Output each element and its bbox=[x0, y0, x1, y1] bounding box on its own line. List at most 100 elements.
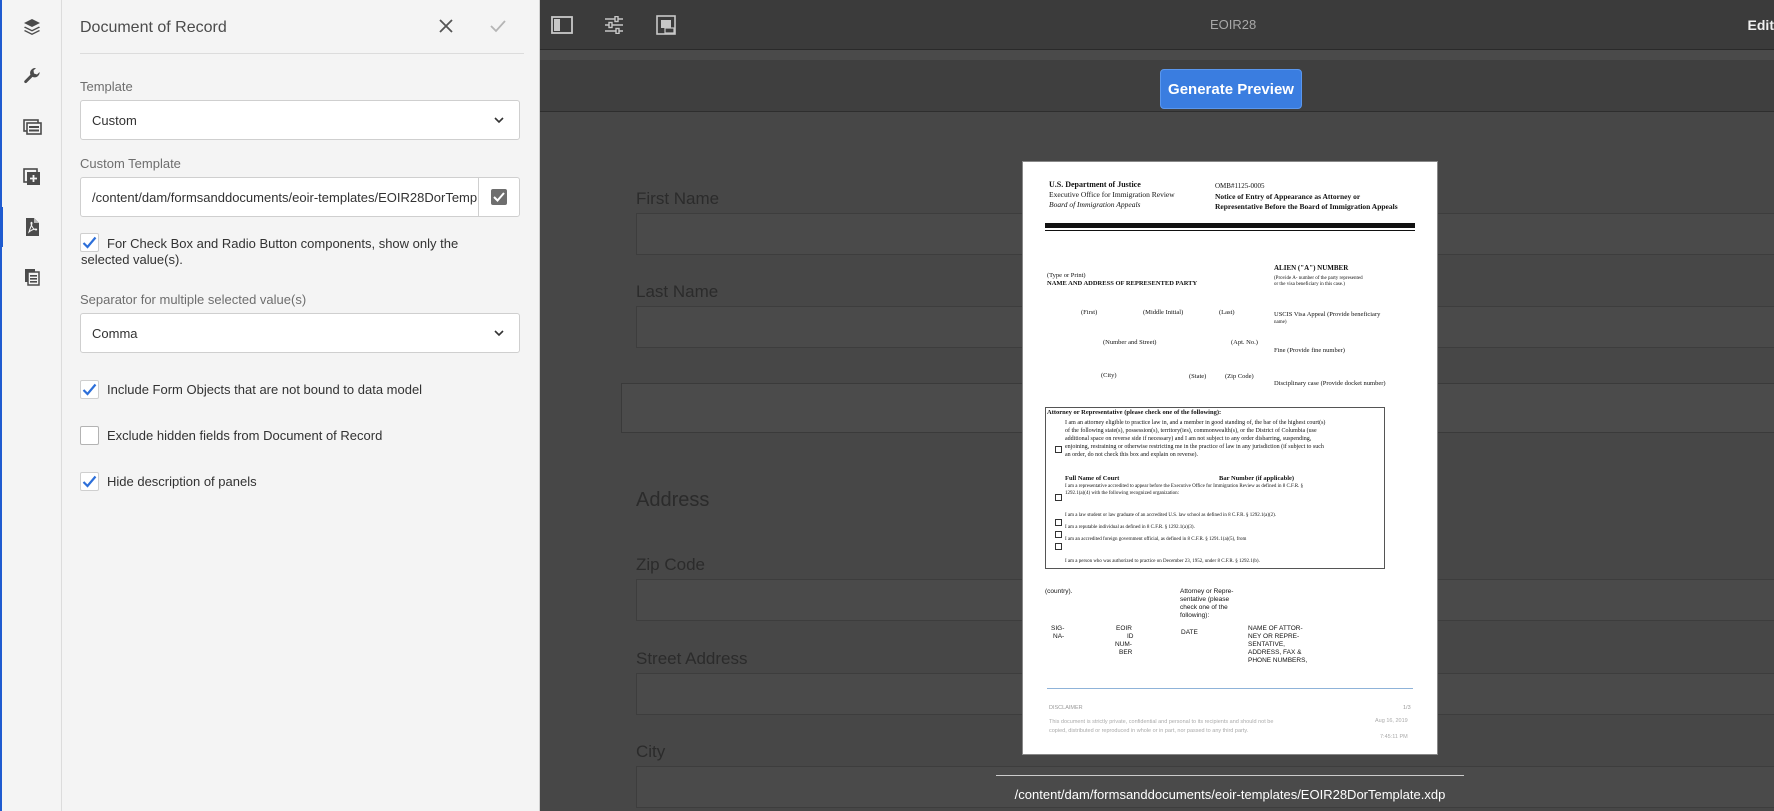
pdf-first: (First) bbox=[1081, 309, 1098, 316]
hide-panel-description-label: Hide description of panels bbox=[107, 474, 257, 489]
hide-panel-description-checkbox[interactable] bbox=[80, 472, 99, 491]
pdf-type-print: (Type or Print) bbox=[1047, 272, 1086, 279]
pdf-alien-number: ALIEN ("A") NUMBER bbox=[1274, 264, 1349, 272]
pdf-attorney-rep-4: following): bbox=[1180, 612, 1210, 619]
document-of-record-panel: Document of Record Template Custom Custo… bbox=[62, 0, 540, 811]
first-name-label: First Name bbox=[636, 189, 720, 208]
form-title: EOIR28 bbox=[1210, 17, 1257, 32]
sidebar-toggle-icon[interactable] bbox=[550, 13, 574, 37]
generate-preview-button[interactable]: Generate Preview bbox=[1160, 69, 1302, 109]
layers-icon[interactable] bbox=[2, 7, 62, 47]
pdf-alien-note-1: (Provide A- number of the party represen… bbox=[1274, 276, 1363, 281]
pdf-rule bbox=[1045, 223, 1415, 228]
pdf-attorney-header: Attorney or Representative (please check… bbox=[1047, 409, 1222, 416]
checkmark-icon bbox=[82, 475, 97, 488]
pdf-sig-2: NA- bbox=[1053, 633, 1065, 640]
pdf-time-stamp: 7:45:11 PM bbox=[1380, 734, 1408, 740]
pdf-eoir-4: BER bbox=[1119, 649, 1133, 656]
pdf-board: Board of Immigration Appeals bbox=[1049, 200, 1141, 209]
template-select[interactable]: Custom bbox=[80, 100, 520, 140]
pdf-rep-1: I am a representative accredited to appe… bbox=[1065, 484, 1304, 489]
separator-select[interactable]: Comma bbox=[80, 313, 520, 353]
pdf-eoir-2: ID bbox=[1127, 633, 1134, 640]
pdf-middle: (Middle Initial) bbox=[1143, 309, 1184, 316]
pdf-rep-2: 1292.1(a)(4) with the following recogniz… bbox=[1065, 491, 1180, 496]
add-fragment-icon[interactable] bbox=[2, 157, 62, 197]
include-unbound-checkbox[interactable] bbox=[80, 380, 99, 399]
pdf-checkbox-1 bbox=[1055, 440, 1062, 458]
pdf-attorney-text-1: I am an attorney eligible to practice la… bbox=[1065, 420, 1326, 426]
preview-bar: Generate Preview bbox=[540, 60, 1774, 112]
pdf-dept: U.S. Department of Justice bbox=[1049, 180, 1141, 189]
pdf-disclaimer: DISCLAIMER bbox=[1049, 705, 1083, 711]
close-icon[interactable] bbox=[434, 14, 458, 38]
properties-sliders-icon[interactable] bbox=[602, 13, 626, 37]
pdf-omb: OMB#1125-0005 bbox=[1215, 182, 1265, 190]
pdf-country: (country). bbox=[1045, 588, 1073, 595]
pdf-name-attor-2: NEY OR REPRE- bbox=[1248, 633, 1300, 640]
custom-template-input[interactable]: /content/dam/formsanddocuments/eoir-temp… bbox=[80, 177, 479, 217]
pdf-checkbox-2 bbox=[1055, 488, 1062, 506]
pdf-alien-note-2: or the visa beneficiary in this case.) bbox=[1274, 282, 1345, 287]
pdf-last: (Last) bbox=[1219, 309, 1235, 316]
pdf-state: (State) bbox=[1189, 373, 1207, 380]
separator-value: Comma bbox=[92, 325, 138, 341]
pdf-office: Executive Office for Immigration Review bbox=[1049, 190, 1175, 199]
pdf-disciplinary: Disciplinary case (Provide docket number… bbox=[1274, 380, 1386, 387]
chevron-down-icon bbox=[494, 330, 504, 337]
template-label: Template bbox=[80, 79, 133, 94]
exclude-hidden-label: Exclude hidden fields from Document of R… bbox=[107, 428, 383, 443]
pdf-sig-1: SIG- bbox=[1051, 625, 1065, 632]
pdf-attorney-rep-3: check one of the bbox=[1180, 604, 1228, 611]
custom-template-label: Custom Template bbox=[80, 156, 181, 171]
pdf-path: /content/dam/formsanddocuments/eoir-temp… bbox=[996, 775, 1464, 802]
pdf-uscis-2: name) bbox=[1274, 320, 1287, 325]
pdf-number-street: (Number and Street) bbox=[1103, 339, 1157, 346]
pdf-preview: U.S. Department of Justice Executive Off… bbox=[1022, 161, 1438, 755]
select-checkbox-icon bbox=[491, 189, 507, 205]
pdf-name-attor-3: SENTATIVE, bbox=[1248, 641, 1285, 648]
documents-icon[interactable] bbox=[2, 257, 62, 297]
checkmark-icon[interactable] bbox=[486, 14, 510, 38]
pdf-notice-2: Representative Before the Board of Immig… bbox=[1215, 202, 1398, 211]
pdf-zip: (Zip Code) bbox=[1225, 373, 1254, 380]
pdf-law-student: I am a law student or law graduate of an… bbox=[1065, 513, 1277, 518]
left-rail bbox=[0, 0, 62, 811]
edit-button[interactable]: Edit bbox=[1748, 17, 1774, 33]
street-address-label: Street Address bbox=[636, 649, 748, 668]
exclude-hidden-checkbox[interactable] bbox=[80, 426, 99, 445]
pdf-reputable: I am a reputable individual as defined i… bbox=[1065, 525, 1195, 530]
chevron-down-icon bbox=[494, 117, 504, 124]
pdf-footer-rule bbox=[1047, 688, 1413, 689]
preview-icon[interactable] bbox=[654, 13, 678, 37]
zip-code-label: Zip Code bbox=[636, 555, 705, 574]
pdf-date: DATE bbox=[1181, 629, 1198, 636]
pdf-document-icon[interactable] bbox=[0, 207, 62, 247]
pdf-fine: Fine (Provide fine number) bbox=[1274, 347, 1345, 354]
pdf-attorney-text-2: of the following state(s), possession(s)… bbox=[1065, 428, 1317, 434]
checkmark-icon bbox=[82, 383, 97, 396]
panel-divider bbox=[80, 53, 524, 54]
pdf-date-stamp: Aug 16, 2019 bbox=[1375, 718, 1408, 724]
editor-toolbar: EOIR28 Edit bbox=[540, 0, 1774, 50]
pdf-name-attor-5: PHONE NUMBERS, bbox=[1248, 657, 1308, 664]
separator-label: Separator for multiple selected value(s) bbox=[80, 292, 307, 307]
template-value: Custom bbox=[92, 112, 137, 128]
browse-template-button[interactable] bbox=[478, 177, 520, 217]
pdf-apt: (Apt. No.) bbox=[1231, 339, 1258, 346]
pdf-rule-thin bbox=[1045, 230, 1415, 231]
wrench-icon[interactable] bbox=[2, 56, 62, 96]
pdf-name-attor-1: NAME OF ATTOR- bbox=[1248, 625, 1303, 632]
pdf-disclaimer-text-1: This document is strictly private, confi… bbox=[1049, 719, 1274, 725]
pdf-notice-1: Notice of Entry of Appearance as Attorne… bbox=[1215, 192, 1361, 201]
pdf-attorney-rep-2: sentative (please bbox=[1180, 596, 1230, 603]
pdf-disclaimer-text-2: copied, distributed or reproduced in who… bbox=[1049, 728, 1249, 734]
panel-title: Document of Record bbox=[80, 19, 227, 36]
pdf-name-address: NAME AND ADDRESS OF REPRESENTED PARTY bbox=[1047, 280, 1198, 287]
city-label: City bbox=[636, 742, 666, 761]
include-unbound-label: Include Form Objects that are not bound … bbox=[107, 382, 423, 397]
pdf-checkbox-5 bbox=[1055, 537, 1062, 555]
form-container-icon[interactable] bbox=[2, 107, 62, 147]
pdf-full-name-court: Full Name of Court bbox=[1065, 475, 1120, 482]
pdf-bar-number: Bar Number (if applicable) bbox=[1219, 475, 1295, 482]
